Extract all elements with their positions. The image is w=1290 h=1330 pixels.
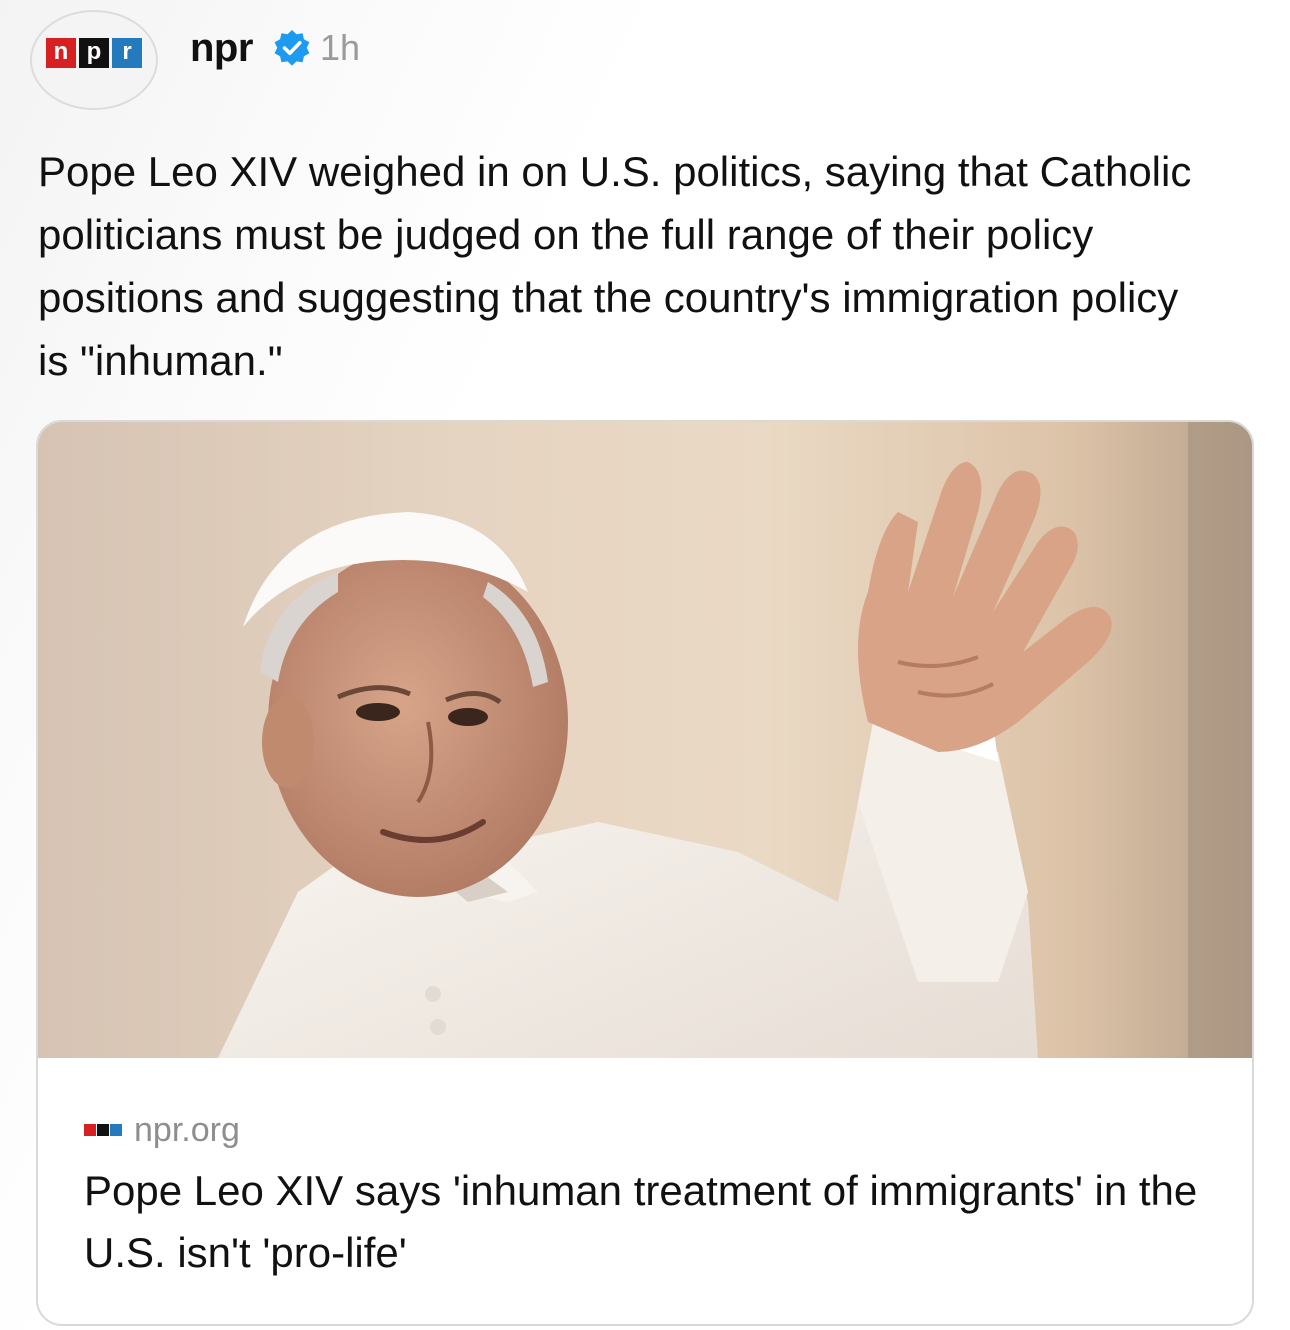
post-caption: Pope Leo XIV weighed in on U.S. politics…	[38, 148, 1192, 384]
threads-post: n p r npr 1h Pope Leo XIV weighed in on …	[0, 0, 1290, 1330]
verified-badge-icon	[274, 30, 310, 66]
article-photo	[38, 422, 1252, 1058]
author-handle[interactable]: npr	[190, 18, 253, 78]
author-avatar[interactable]: n p r	[30, 10, 158, 110]
npr-logo: n p r	[46, 38, 142, 68]
npr-logo-n: n	[46, 38, 76, 68]
npr-logo-p: p	[79, 38, 109, 68]
link-source: npr.org	[84, 1108, 240, 1152]
npr-favicon-icon	[84, 1124, 122, 1136]
link-preview-card[interactable]: npr.org Pope Leo XIV says 'inhuman treat…	[36, 420, 1254, 1326]
npr-logo-r: r	[112, 38, 142, 68]
link-domain: npr.org	[134, 1111, 240, 1149]
post-timestamp: 1h	[320, 27, 361, 68]
link-title[interactable]: Pope Leo XIV says 'inhuman treatment of …	[84, 1160, 1214, 1284]
